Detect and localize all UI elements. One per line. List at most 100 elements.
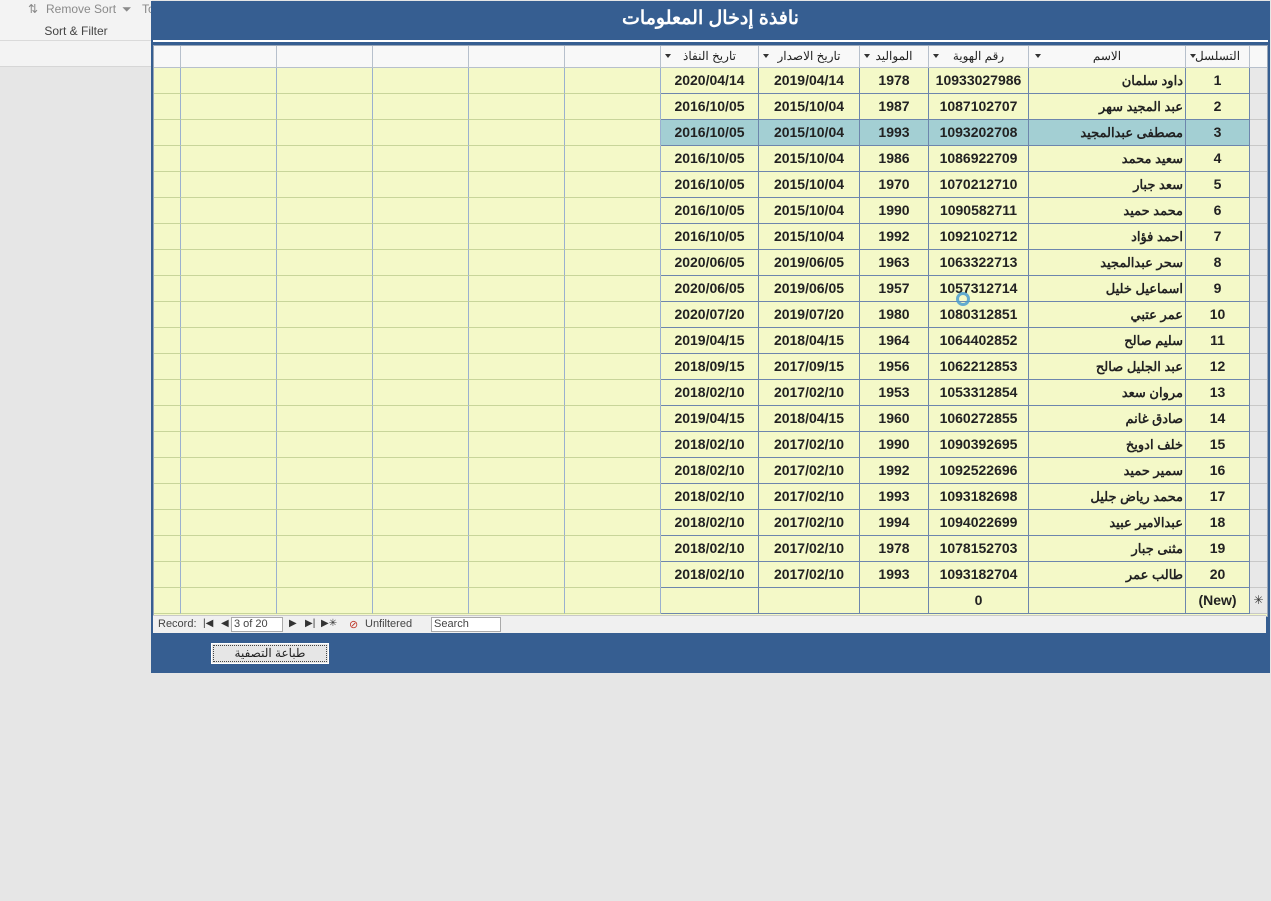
cell-expiry[interactable]: 2019/04/15 — [661, 406, 759, 432]
empty-cell[interactable] — [565, 588, 661, 614]
empty-cell[interactable] — [154, 302, 181, 328]
empty-cell[interactable] — [469, 406, 565, 432]
row-selector[interactable] — [1250, 198, 1267, 224]
empty-cell[interactable] — [373, 562, 469, 588]
empty-cell[interactable] — [181, 536, 277, 562]
cell-issue[interactable]: 2015/10/04 — [759, 146, 860, 172]
row-selector[interactable] — [1250, 536, 1267, 562]
cell-name[interactable]: اسماعيل خليل — [1029, 276, 1186, 302]
empty-cell[interactable] — [181, 458, 277, 484]
table-row[interactable]: 2016/10/05 2015/10/04 1987 1087102707 عبد ال… — [154, 94, 1267, 120]
empty-cell[interactable] — [277, 302, 373, 328]
row-selector[interactable] — [1250, 146, 1267, 172]
row-selector[interactable] — [1250, 354, 1267, 380]
cell-expiry[interactable]: 2018/02/10 — [661, 432, 759, 458]
cell-name[interactable]: مثنى جبار — [1029, 536, 1186, 562]
cell-seq[interactable]: 8 — [1186, 250, 1250, 276]
empty-cell[interactable] — [373, 224, 469, 250]
table-row[interactable]: 2018/02/10 2017/02/10 1978 1078152703 مثنى ج… — [154, 536, 1267, 562]
cell-seq[interactable]: 1 — [1186, 68, 1250, 94]
cell-name[interactable]: سليم صالح — [1029, 328, 1186, 354]
empty-cell[interactable] — [277, 354, 373, 380]
cell-expiry[interactable]: 2018/02/10 — [661, 458, 759, 484]
cell-id[interactable]: 1093202708 — [929, 120, 1029, 146]
cell-name[interactable]: مصطفى عبدالمجيد — [1029, 120, 1186, 146]
cell-name[interactable]: سمير حميد — [1029, 458, 1186, 484]
cell-id[interactable]: 1070212710 — [929, 172, 1029, 198]
cell-expiry[interactable]: 2020/07/20 — [661, 302, 759, 328]
empty-cell[interactable] — [469, 276, 565, 302]
empty-cell[interactable] — [181, 354, 277, 380]
table-row[interactable]: 2016/10/05 2015/10/04 1986 1086922709 سعيد م… — [154, 146, 1267, 172]
cell-seq[interactable]: 7 — [1186, 224, 1250, 250]
dropdown-arrow-icon[interactable] — [763, 54, 769, 58]
cell-expiry[interactable]: 2018/02/10 — [661, 510, 759, 536]
empty-cell[interactable] — [154, 172, 181, 198]
cell-issue[interactable]: 2015/10/04 — [759, 198, 860, 224]
new-record-icon[interactable]: ▶✳ — [321, 618, 337, 629]
row-selector[interactable] — [1250, 328, 1267, 354]
table-row[interactable]: 2020/06/05 2019/06/05 1957 1057312714 اسماعي… — [154, 276, 1267, 302]
empty-cell[interactable] — [469, 588, 565, 614]
cell-birth[interactable]: 1993 — [860, 484, 929, 510]
cell-issue[interactable]: 2017/02/10 — [759, 380, 860, 406]
cell-issue[interactable]: 2018/04/15 — [759, 328, 860, 354]
cell-seq[interactable]: 4 — [1186, 146, 1250, 172]
table-row[interactable]: 2016/10/05 2015/10/04 1992 1092102712 احمد ف… — [154, 224, 1267, 250]
cell-expiry[interactable]: 2016/10/05 — [661, 146, 759, 172]
cell-name[interactable]: سعد جبار — [1029, 172, 1186, 198]
current-record-field[interactable]: 3 of 20 — [231, 617, 283, 632]
print-filter-button[interactable]: طباعة التصفية — [211, 643, 329, 664]
cell-issue[interactable]: 2017/02/10 — [759, 484, 860, 510]
empty-cell[interactable] — [181, 510, 277, 536]
empty-cell[interactable] — [154, 588, 181, 614]
empty-cell[interactable] — [565, 328, 661, 354]
empty-cell[interactable] — [373, 536, 469, 562]
empty-cell[interactable] — [565, 224, 661, 250]
row-selector[interactable] — [1250, 380, 1267, 406]
cell-expiry[interactable]: 2016/10/05 — [661, 120, 759, 146]
cell-seq[interactable]: 3 — [1186, 120, 1250, 146]
cell-expiry[interactable]: 2016/10/05 — [661, 224, 759, 250]
empty-cell[interactable] — [277, 172, 373, 198]
empty-cell[interactable] — [373, 198, 469, 224]
cell-birth[interactable]: 1990 — [860, 198, 929, 224]
cell-name[interactable]: طالب عمر — [1029, 562, 1186, 588]
table-row[interactable]: 2019/04/15 2018/04/15 1960 1060272855 صادق غ… — [154, 406, 1267, 432]
cell-issue[interactable]: 2015/10/04 — [759, 224, 860, 250]
cell-birth[interactable]: 1993 — [860, 562, 929, 588]
cell-name[interactable]: سحر عبدالمجيد — [1029, 250, 1186, 276]
column-header-birth[interactable]: المواليد — [860, 46, 929, 67]
cell-issue[interactable]: 2017/02/10 — [759, 536, 860, 562]
row-selector[interactable] — [1250, 406, 1267, 432]
cell-name[interactable]: داود سلمان — [1029, 68, 1186, 94]
empty-cell[interactable] — [373, 172, 469, 198]
cell-issue[interactable]: 2019/07/20 — [759, 302, 860, 328]
empty-cell[interactable] — [565, 380, 661, 406]
empty-cell[interactable] — [181, 432, 277, 458]
cell-birth[interactable]: 1978 — [860, 536, 929, 562]
column-header-issue[interactable]: تاريخ الاصدار — [759, 46, 860, 67]
cell-name[interactable]: محمد حميد — [1029, 198, 1186, 224]
table-row[interactable]: 2018/09/15 2017/09/15 1956 1062212853 عبد ال… — [154, 354, 1267, 380]
table-row[interactable]: 2018/02/10 2017/02/10 1993 1093182698 محمد ر… — [154, 484, 1267, 510]
row-selector[interactable] — [1250, 432, 1267, 458]
empty-cell[interactable] — [154, 536, 181, 562]
cell-issue[interactable]: 2017/02/10 — [759, 432, 860, 458]
empty-cell[interactable] — [154, 458, 181, 484]
empty-cell[interactable] — [181, 406, 277, 432]
cell-birth[interactable]: 1990 — [860, 432, 929, 458]
row-selector[interactable] — [1250, 68, 1267, 94]
cell-id[interactable]: 1062212853 — [929, 354, 1029, 380]
empty-cell[interactable] — [565, 146, 661, 172]
row-selector[interactable] — [1250, 250, 1267, 276]
last-record-icon[interactable]: ▶| — [305, 618, 315, 629]
empty-cell[interactable] — [154, 406, 181, 432]
cell-seq[interactable]: 5 — [1186, 172, 1250, 198]
cell-issue[interactable]: 2017/09/15 — [759, 354, 860, 380]
cell-name[interactable]: عمر عتبي — [1029, 302, 1186, 328]
empty-cell[interactable] — [469, 198, 565, 224]
dropdown-arrow-icon[interactable] — [1035, 54, 1041, 58]
cell-id[interactable]: 1064402852 — [929, 328, 1029, 354]
search-input[interactable]: Search — [431, 617, 501, 632]
